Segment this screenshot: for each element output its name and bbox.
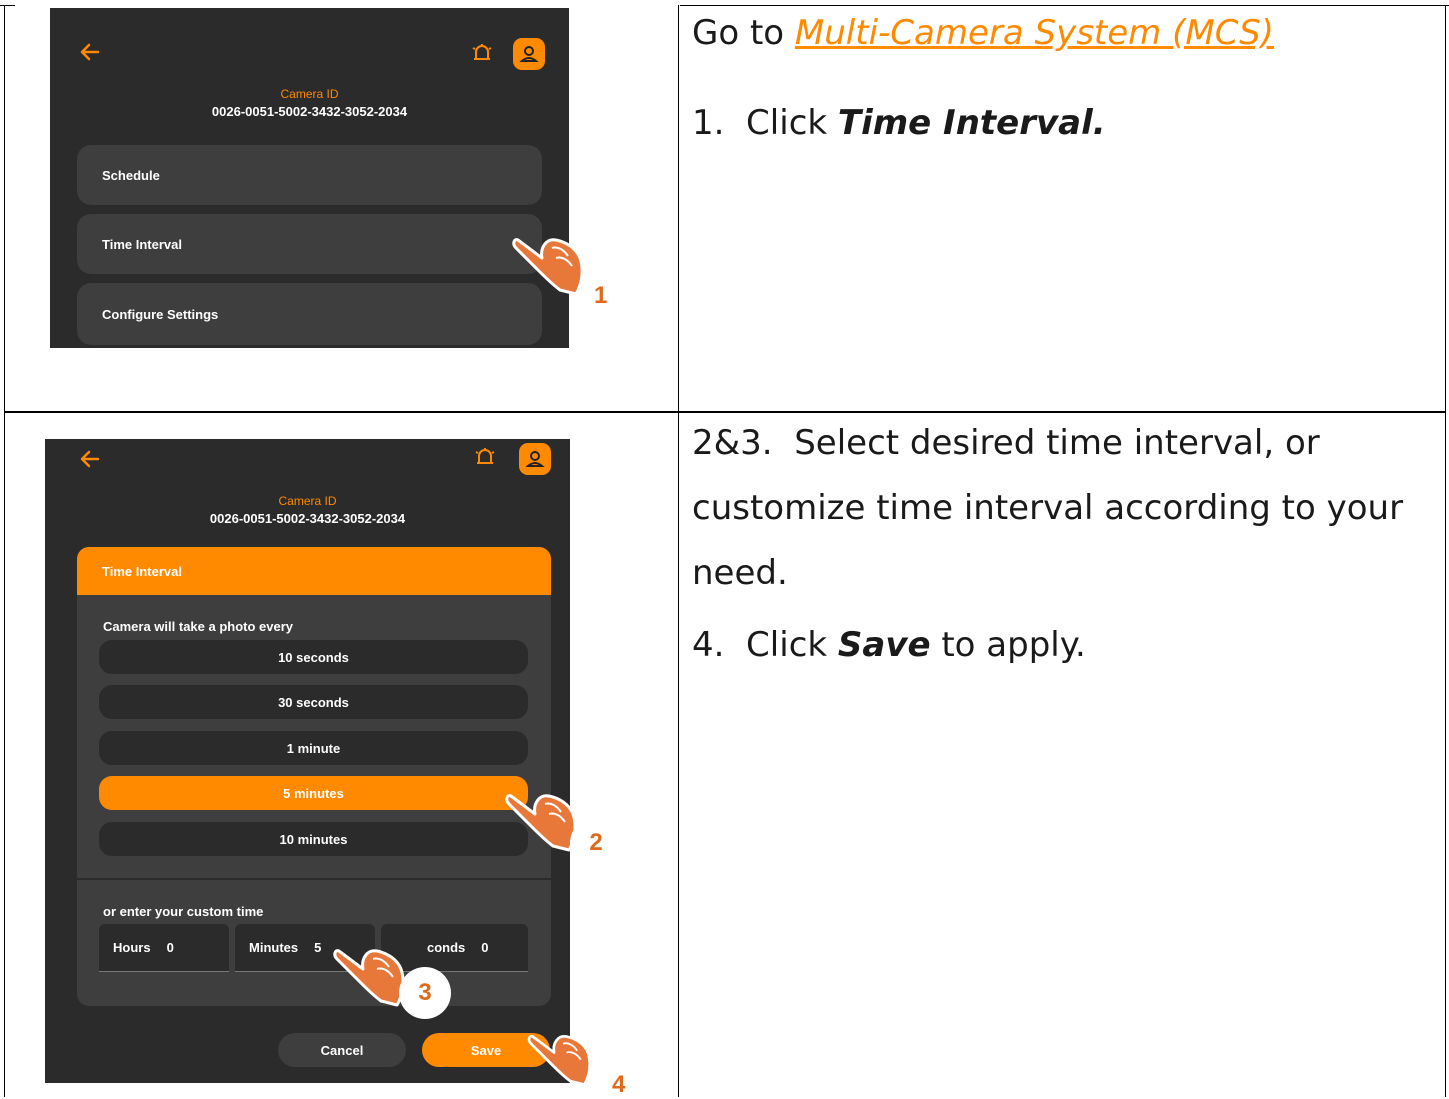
table-border-top — [0, 5, 15, 6]
goto-prefix: Go to — [692, 13, 795, 53]
step4-prefix: 4. Click — [692, 625, 838, 665]
step1-prefix: 1. Click — [692, 103, 838, 143]
step1-instruction: 1. Click Time Interval. — [692, 98, 1106, 148]
step23-line2: customize time interval according to you… — [692, 488, 1404, 528]
mcs-link[interactable]: Multi-Camera System (MCS) — [795, 13, 1274, 53]
step4-emph: Save — [837, 625, 931, 665]
table-row-divider — [4, 411, 1446, 413]
menu-item-configure-settings[interactable]: Configure Settings — [77, 283, 542, 345]
step1-emph: Time Interval. — [837, 103, 1106, 143]
screenshot-camera-menu: Camera ID 0026-0051-5002-3432-3052-2034 … — [50, 8, 584, 348]
option-10-minutes[interactable]: 10 minutes — [99, 822, 528, 856]
hours-label: Hours — [113, 940, 151, 955]
panel-divider — [77, 878, 551, 880]
pointing-hand-icon — [512, 238, 584, 296]
step4-suffix: to apply. — [930, 625, 1086, 665]
step23-line1: 2&3. Select desired time interval, or — [692, 423, 1320, 463]
option-10-seconds[interactable]: 10 seconds — [99, 640, 528, 674]
step-marker-1: 1 — [594, 282, 608, 309]
option-30-seconds[interactable]: 30 seconds — [99, 685, 528, 719]
camera-id-value: 0026-0051-5002-3432-3052-2034 — [211, 104, 408, 119]
step-marker-3: 3 — [399, 967, 451, 1019]
menu-item-time-interval[interactable]: Time Interval — [77, 214, 542, 274]
option-5-minutes[interactable]: 5 minutes — [99, 776, 528, 810]
step23-instruction: 2&3. Select desired time interval, or cu… — [692, 418, 1403, 598]
seconds-value: 0 — [481, 940, 489, 955]
table-border-left — [4, 5, 5, 1097]
step23-line3: need. — [692, 553, 788, 593]
alarm-icon[interactable] — [469, 40, 495, 71]
camera-id-value: 0026-0051-5002-3432-3052-2034 — [209, 511, 406, 526]
pointing-hand-icon — [527, 1034, 592, 1086]
camera-id-label: Camera ID — [278, 494, 337, 508]
minutes-label: Minutes — [249, 940, 299, 955]
user-icon[interactable] — [513, 38, 545, 70]
user-icon[interactable] — [519, 443, 551, 475]
alarm-icon[interactable] — [472, 444, 498, 475]
minutes-value: 5 — [314, 940, 322, 955]
step-marker-4: 4 — [612, 1071, 626, 1098]
camera-id-label: Camera ID — [280, 87, 339, 101]
hours-value: 0 — [166, 940, 174, 955]
option-1-minute[interactable]: 1 minute — [99, 731, 528, 765]
prompt-text: Camera will take a photo every — [103, 619, 294, 634]
table-border-right — [1445, 5, 1446, 1097]
goto-instruction: Go to Multi-Camera System (MCS) — [692, 8, 1274, 58]
step-marker-2: 2 — [570, 817, 622, 869]
back-arrow-icon[interactable] — [78, 447, 102, 476]
cancel-button[interactable]: Cancel — [278, 1033, 406, 1067]
back-arrow-icon[interactable] — [78, 40, 102, 69]
table-border-top — [680, 5, 1449, 6]
seconds-label: conds — [427, 940, 466, 955]
hours-field[interactable]: Hours 0 — [99, 924, 229, 972]
step4-instruction: 4. Click Save to apply. — [692, 620, 1086, 670]
menu-item-schedule[interactable]: Schedule — [77, 145, 542, 205]
custom-time-label: or enter your custom time — [103, 904, 264, 919]
time-interval-panel: Time Interval Camera will take a photo e… — [77, 547, 551, 1006]
screenshot-time-interval: Camera ID 0026-0051-5002-3432-3052-2034 … — [45, 439, 592, 1086]
panel-title: Time Interval — [77, 547, 551, 595]
pointing-hand-icon — [333, 949, 405, 1007]
table-column-divider — [678, 5, 679, 1097]
